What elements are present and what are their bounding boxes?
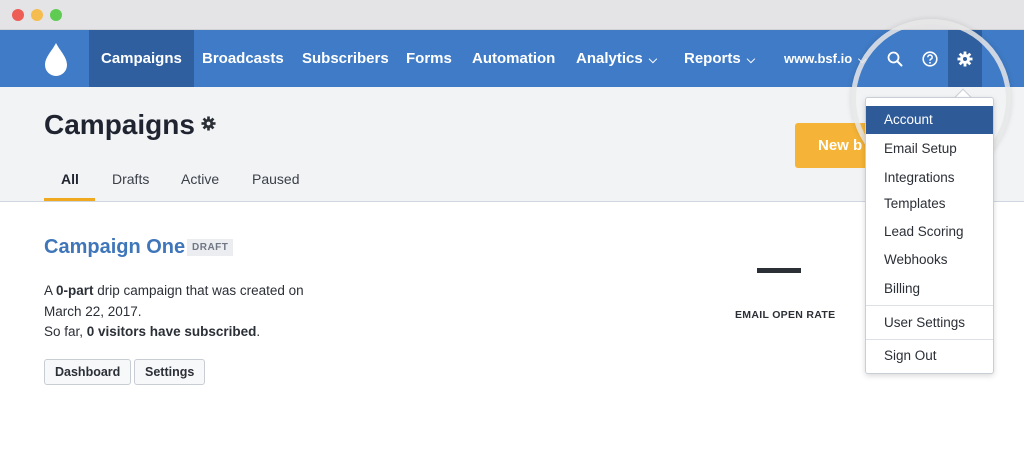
menu-item-lead-scoring[interactable]: Lead Scoring: [866, 218, 993, 246]
menu-item-email-setup[interactable]: Email Setup: [866, 135, 993, 163]
nav-label: Forms: [406, 50, 452, 67]
settings-button[interactable]: Settings: [134, 359, 206, 385]
menu-item-user-settings[interactable]: User Settings: [866, 309, 993, 337]
page-title: Campaigns: [44, 109, 195, 140]
gear-icon[interactable]: [201, 116, 216, 131]
desc-text: So far,: [44, 324, 87, 339]
nav-item-analytics[interactable]: Analytics ⌵: [576, 30, 657, 87]
menu-item-integrations[interactable]: Integrations: [866, 164, 993, 192]
site-label: www.bsf.io: [784, 51, 853, 66]
menu-divider: [866, 339, 993, 340]
chevron-down-icon: ⌵: [746, 54, 756, 66]
nav-item-reports[interactable]: Reports ⌵: [684, 30, 755, 87]
menu-item-templates[interactable]: Templates: [866, 190, 993, 218]
status-badge: DRAFT: [187, 239, 234, 256]
tab-active[interactable]: Active: [181, 171, 219, 187]
tab-all[interactable]: All: [61, 171, 79, 187]
menu-item-sign-out[interactable]: Sign Out: [866, 342, 993, 370]
nav-item-campaigns[interactable]: Campaigns: [89, 30, 194, 87]
nav-label: Subscribers: [302, 50, 389, 67]
desc-text: A: [44, 283, 57, 298]
nav-item-broadcasts[interactable]: Broadcasts: [202, 30, 284, 87]
nav-item-subscribers[interactable]: Subscribers: [302, 30, 389, 87]
active-tab-indicator: [44, 198, 95, 201]
window-chrome: [0, 0, 1024, 30]
desc-text: .: [256, 324, 261, 339]
menu-item-billing[interactable]: Billing: [866, 275, 993, 303]
desc-subscriber-count: 0 visitors have subscribed: [86, 324, 257, 339]
nav-label: Reports: [684, 50, 741, 67]
close-window-button[interactable]: [12, 9, 24, 21]
minimize-window-button[interactable]: [31, 9, 43, 21]
nav-label: Broadcasts: [202, 50, 284, 67]
desc-part-count: 0-part: [56, 283, 94, 298]
menu-item-webhooks[interactable]: Webhooks: [866, 246, 993, 274]
open-rate-label: EMAIL OPEN RATE: [735, 309, 836, 321]
nav-label: Analytics: [576, 50, 643, 67]
maximize-window-button[interactable]: [50, 9, 62, 21]
nav-label: Campaigns: [101, 50, 182, 67]
menu-divider: [866, 305, 993, 306]
nav-label: Automation: [472, 50, 556, 67]
settings-dropdown-menu: Account Email Setup Integrations Templat…: [865, 97, 994, 374]
drop-logo-icon[interactable]: [40, 39, 72, 79]
tab-paused[interactable]: Paused: [252, 171, 299, 187]
nav-item-forms[interactable]: Forms: [406, 30, 452, 87]
tab-drafts[interactable]: Drafts: [112, 171, 149, 187]
campaign-title[interactable]: Campaign One: [44, 236, 185, 259]
dashboard-button[interactable]: Dashboard: [44, 359, 132, 385]
nav-item-automation[interactable]: Automation: [472, 30, 555, 87]
campaign-description: A 0-part drip campaign that was created …: [44, 281, 334, 343]
menu-item-account[interactable]: Account: [866, 106, 993, 134]
chevron-down-icon: ⌵: [648, 54, 658, 66]
open-rate-value: [757, 268, 801, 273]
